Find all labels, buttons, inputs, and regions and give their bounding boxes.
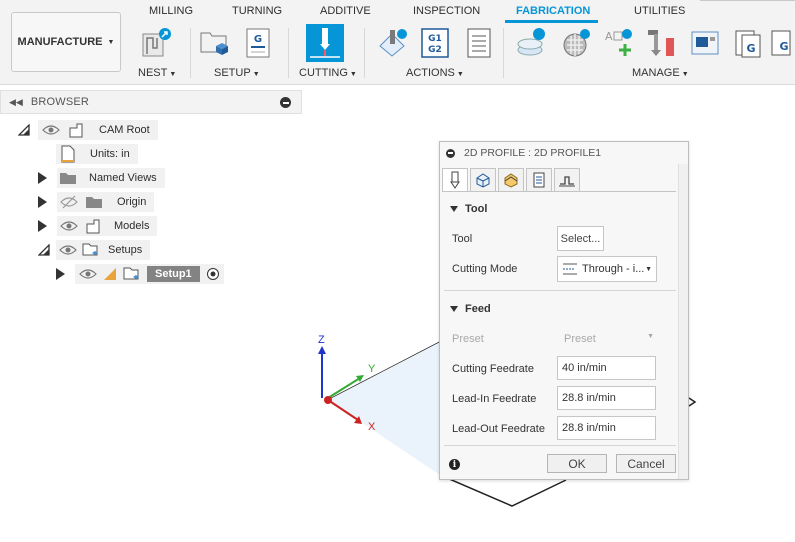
stock-edge-mark [688,397,697,407]
cutting-mode-select[interactable]: Through - i... ▼ [557,256,657,282]
stock-face [328,342,440,475]
origin-point [324,396,332,404]
cutting-feedrate-label: Cutting Feedrate [452,363,534,375]
heights-tab-icon [504,173,518,188]
preset-select: Preset ▼ [564,333,654,345]
section-collapse-icon [450,206,458,212]
section-collapse-icon [450,306,458,312]
tab-linking[interactable] [554,168,580,192]
feed-section-title: Feed [465,303,491,315]
tab-passes[interactable] [526,168,552,192]
footer-divider [444,445,676,446]
dialog-title: 2D PROFILE : 2D PROFILE1 [464,147,602,159]
tool-section-title: Tool [465,203,488,215]
feed-section-header[interactable]: Feed [450,303,491,315]
2d-profile-dialog: 2D PROFILE : 2D PROFILE1 Tool Tool Selec… [439,141,689,480]
tool-select-button[interactable]: Select... [557,226,604,251]
lead-in-feedrate-input[interactable]: 28.8 in/min [557,386,656,410]
info-icon[interactable]: i [449,459,460,470]
chevron-down-icon: ▼ [645,265,652,273]
preset-label: Preset [452,333,484,345]
cutting-mode-value: Through - i... [582,263,645,275]
chevron-down-icon: ▼ [647,333,654,340]
axis-label-x: X [368,421,376,433]
passes-tab-icon [533,172,545,188]
cutting-feedrate-input[interactable]: 40 in/min [557,356,656,380]
lead-out-feedrate-label: Lead-Out Feedrate [452,423,545,435]
dialog-scrollbar[interactable] [678,164,688,479]
dialog-collapse-icon[interactable] [446,148,455,158]
tab-tool[interactable] [442,168,468,192]
lead-in-feedrate-label: Lead-In Feedrate [452,393,537,405]
cancel-button[interactable]: Cancel [616,454,676,473]
section-divider [444,290,676,291]
lead-out-feedrate-input[interactable]: 28.8 in/min [557,416,656,440]
y-axis-arrow [356,375,364,382]
cutting-mode-label: Cutting Mode [452,263,518,275]
tab-geometry[interactable] [470,168,496,192]
tool-tab-icon [450,171,460,189]
axis-label-y: Y [368,363,376,375]
axis-label-z: Z [318,334,325,346]
geometry-tab-icon [476,173,490,188]
z-axis-arrow [318,346,326,354]
tool-label: Tool [452,233,473,245]
preset-value: Preset [564,333,596,345]
tool-section-header[interactable]: Tool [450,203,487,215]
linking-tab-icon [559,176,575,187]
ok-button[interactable]: OK [547,454,607,473]
dialog-title-bar[interactable]: 2D PROFILE : 2D PROFILE1 [440,142,688,164]
tab-heights[interactable] [498,168,524,192]
through-mode-icon [563,263,577,275]
tab-bar-line [442,191,676,192]
